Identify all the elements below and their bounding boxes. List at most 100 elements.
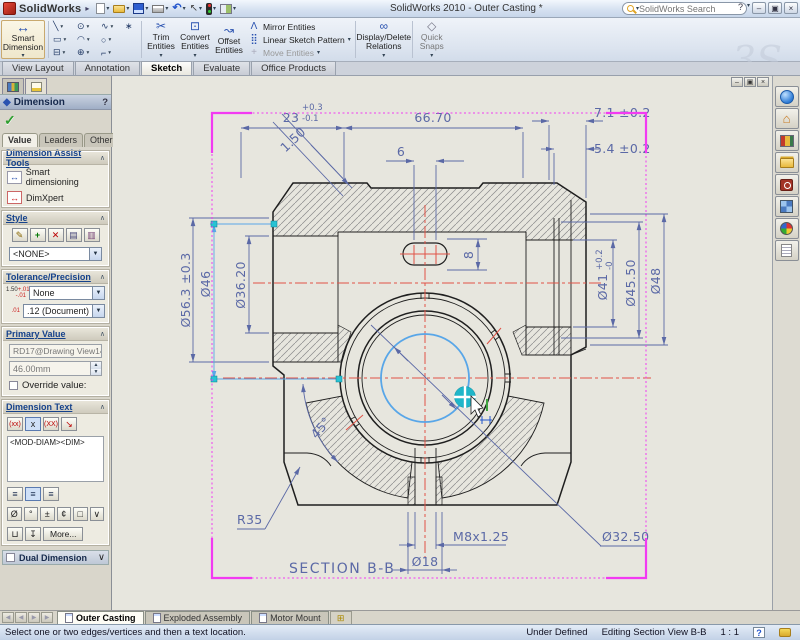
symbol-diameter-button[interactable]: Ø — [7, 507, 22, 521]
appearances-tab[interactable] — [775, 218, 799, 239]
file-explorer-tab[interactable] — [775, 152, 799, 173]
rebuild-button[interactable]: ▾ — [205, 1, 217, 16]
align-center-button[interactable]: ≡ — [25, 487, 41, 501]
tag-icon[interactable] — [779, 628, 791, 637]
new-button[interactable]: ▾ — [95, 1, 110, 16]
dim-r35[interactable]: R35 — [237, 512, 263, 527]
symbol-degree-button[interactable]: ° — [24, 507, 39, 521]
style-default-button[interactable]: ✎ — [12, 228, 28, 242]
symbol-centerline-button[interactable]: ¢ — [57, 507, 72, 521]
centerpoint-tool[interactable]: ⊕▾ — [77, 46, 101, 59]
spline-tool[interactable]: ∿▾ — [101, 20, 125, 33]
svg-text:+0.3[interactable]: +0.3 — [302, 103, 323, 113]
point-tool[interactable]: ∗ — [125, 20, 137, 33]
dimtext-center-button[interactable]: x — [25, 417, 41, 431]
override-checkbox[interactable] — [9, 381, 18, 390]
tab-evaluate[interactable]: Evaluate — [193, 61, 250, 75]
trim-entities-button[interactable]: ✂ Trim Entities▾ — [144, 18, 178, 61]
open-button[interactable]: ▾ — [112, 1, 130, 16]
sheet-tab-motor-mount[interactable]: Motor Mount — [251, 611, 329, 624]
dimtext-leader-button[interactable]: ↘ — [61, 417, 77, 431]
style-save-button[interactable]: ▤ — [66, 228, 82, 242]
dropdown-arrow-icon[interactable]: ▼ — [92, 305, 104, 317]
tab-value[interactable]: Value — [2, 133, 38, 147]
symbol-more-chevron-button[interactable]: ∨ — [90, 507, 105, 521]
minimize-button[interactable]: – — [752, 2, 766, 14]
dimtext-parentheses-button[interactable]: (xx) — [7, 417, 23, 431]
save-button[interactable]: ▾ — [132, 1, 149, 16]
precision-dropdown[interactable]: .12 (Document)▼ — [23, 304, 105, 318]
close-button[interactable]: × — [784, 2, 798, 14]
home-tab[interactable]: ⌂ — [775, 108, 799, 129]
smart-dimensioning-option[interactable]: ↔ Smart dimensioning — [3, 165, 108, 189]
style-add-button[interactable]: + — [30, 228, 46, 242]
dim-m8[interactable]: M8x1.25 — [453, 529, 509, 544]
symbol-anchor-button[interactable]: ↧ — [25, 527, 41, 541]
tab-view-layout[interactable]: View Layout — [2, 61, 74, 75]
panel-help-button[interactable]: ? — [102, 97, 108, 108]
tolerance-dropdown[interactable]: None▼ — [29, 286, 105, 300]
sheet-tab-outer-casting[interactable]: Outer Casting — [57, 611, 144, 624]
search-input[interactable] — [639, 4, 729, 14]
dim-4550[interactable]: Ø45.50 — [623, 259, 638, 306]
solidworks-resources-tab[interactable] — [775, 86, 799, 107]
custom-properties-tab[interactable] — [775, 240, 799, 261]
search-box[interactable]: ▾ — [622, 2, 747, 15]
property-manager-tab[interactable] — [25, 78, 47, 94]
dropdown-arrow-icon[interactable]: ▼ — [92, 287, 104, 299]
dim-3250[interactable]: Ø32.50 — [602, 529, 649, 544]
doc-minimize-button[interactable]: – — [731, 77, 743, 87]
fillet-tool[interactable]: ⌐▾ — [101, 46, 125, 59]
arc-tool[interactable]: ◠▾ — [77, 33, 101, 46]
svg-text:-0.1[interactable]: -0.1 — [302, 114, 319, 124]
override-value-option[interactable]: Override value: — [3, 379, 108, 395]
style-load-button[interactable]: ▥ — [84, 228, 100, 242]
offset-entities-button[interactable]: ↝ Offset Entities — [212, 18, 246, 61]
style-dropdown[interactable]: <NONE> ▼ — [9, 247, 102, 261]
dimtext-offset-button[interactable]: (XX) — [43, 417, 59, 431]
prev-sheet-button[interactable]: ◀ — [15, 612, 27, 623]
symbol-square-button[interactable]: □ — [73, 507, 88, 521]
tab-sketch[interactable]: Sketch — [141, 61, 192, 75]
dim-3620[interactable]: Ø36.20 — [233, 261, 248, 308]
style-delete-button[interactable]: ✕ — [48, 228, 64, 242]
dim-23[interactable]: 23 — [283, 110, 300, 125]
next-sheet-button[interactable]: ▶ — [28, 612, 40, 623]
dim-6670[interactable]: 66.70 — [414, 110, 451, 125]
undo-button[interactable]: ↶▾ — [171, 1, 186, 16]
ellipse-tool[interactable]: ○▾ — [101, 33, 125, 46]
smart-dimension-button[interactable]: ↔ Smart Dimension ▾ — [1, 20, 45, 59]
menu-expand-arrow-icon[interactable]: ▸ — [85, 4, 89, 13]
dim-8[interactable]: 8 — [461, 251, 476, 259]
sheet-tab-exploded-assembly[interactable]: Exploded Assembly — [145, 611, 251, 624]
feature-manager-tab[interactable] — [2, 78, 24, 94]
last-sheet-button[interactable]: ▶ — [41, 612, 53, 623]
first-sheet-button[interactable]: ◀ — [2, 612, 14, 623]
quick-snaps-button[interactable]: ◇ Quick Snaps▾ — [415, 18, 449, 61]
rectangle-tool[interactable]: ▭▾ — [53, 33, 77, 46]
dimxpert-option[interactable]: ↔ DimXpert — [3, 189, 108, 206]
help-dropdown-icon[interactable]: ▾ — [747, 2, 750, 14]
doc-close-button[interactable]: × — [757, 77, 769, 87]
dim-150[interactable]: 1.50 — [277, 124, 308, 155]
tab-leaders[interactable]: Leaders — [39, 133, 84, 147]
dim-48[interactable]: Ø48 — [648, 268, 663, 295]
dropdown-arrow-icon[interactable]: ▼ — [89, 248, 101, 260]
drawing-graphics-area[interactable]: – ▣ × — [113, 76, 772, 610]
linear-sketch-pattern-button[interactable]: ⣿Linear Sketch Pattern▾ — [248, 34, 351, 46]
slot-tool[interactable]: ⊟▾ — [53, 46, 77, 59]
display-delete-relations-button[interactable]: ∞ Display/Delete Relations▾ — [358, 18, 410, 61]
restore-button[interactable]: ▣ — [768, 2, 782, 14]
dim-6[interactable]: 6 — [397, 144, 405, 159]
options-button[interactable]: ▾ — [219, 1, 237, 16]
tab-annotation[interactable]: Annotation — [75, 61, 140, 75]
align-left-button[interactable]: ≡ — [7, 487, 23, 501]
circle-tool[interactable]: ⊙▾ — [77, 20, 101, 33]
dim-18[interactable]: Ø18 — [412, 554, 439, 569]
primary-value-spinner[interactable]: 46.00mm ▲▼ — [9, 361, 102, 376]
spin-down-icon[interactable]: ▼ — [91, 369, 101, 376]
symbol-plusminus-button[interactable]: ± — [40, 507, 55, 521]
convert-entities-button[interactable]: ⊡ Convert Entities▾ — [178, 18, 212, 61]
view-palette-tab[interactable] — [775, 196, 799, 217]
print-button[interactable]: ▾ — [151, 1, 169, 16]
